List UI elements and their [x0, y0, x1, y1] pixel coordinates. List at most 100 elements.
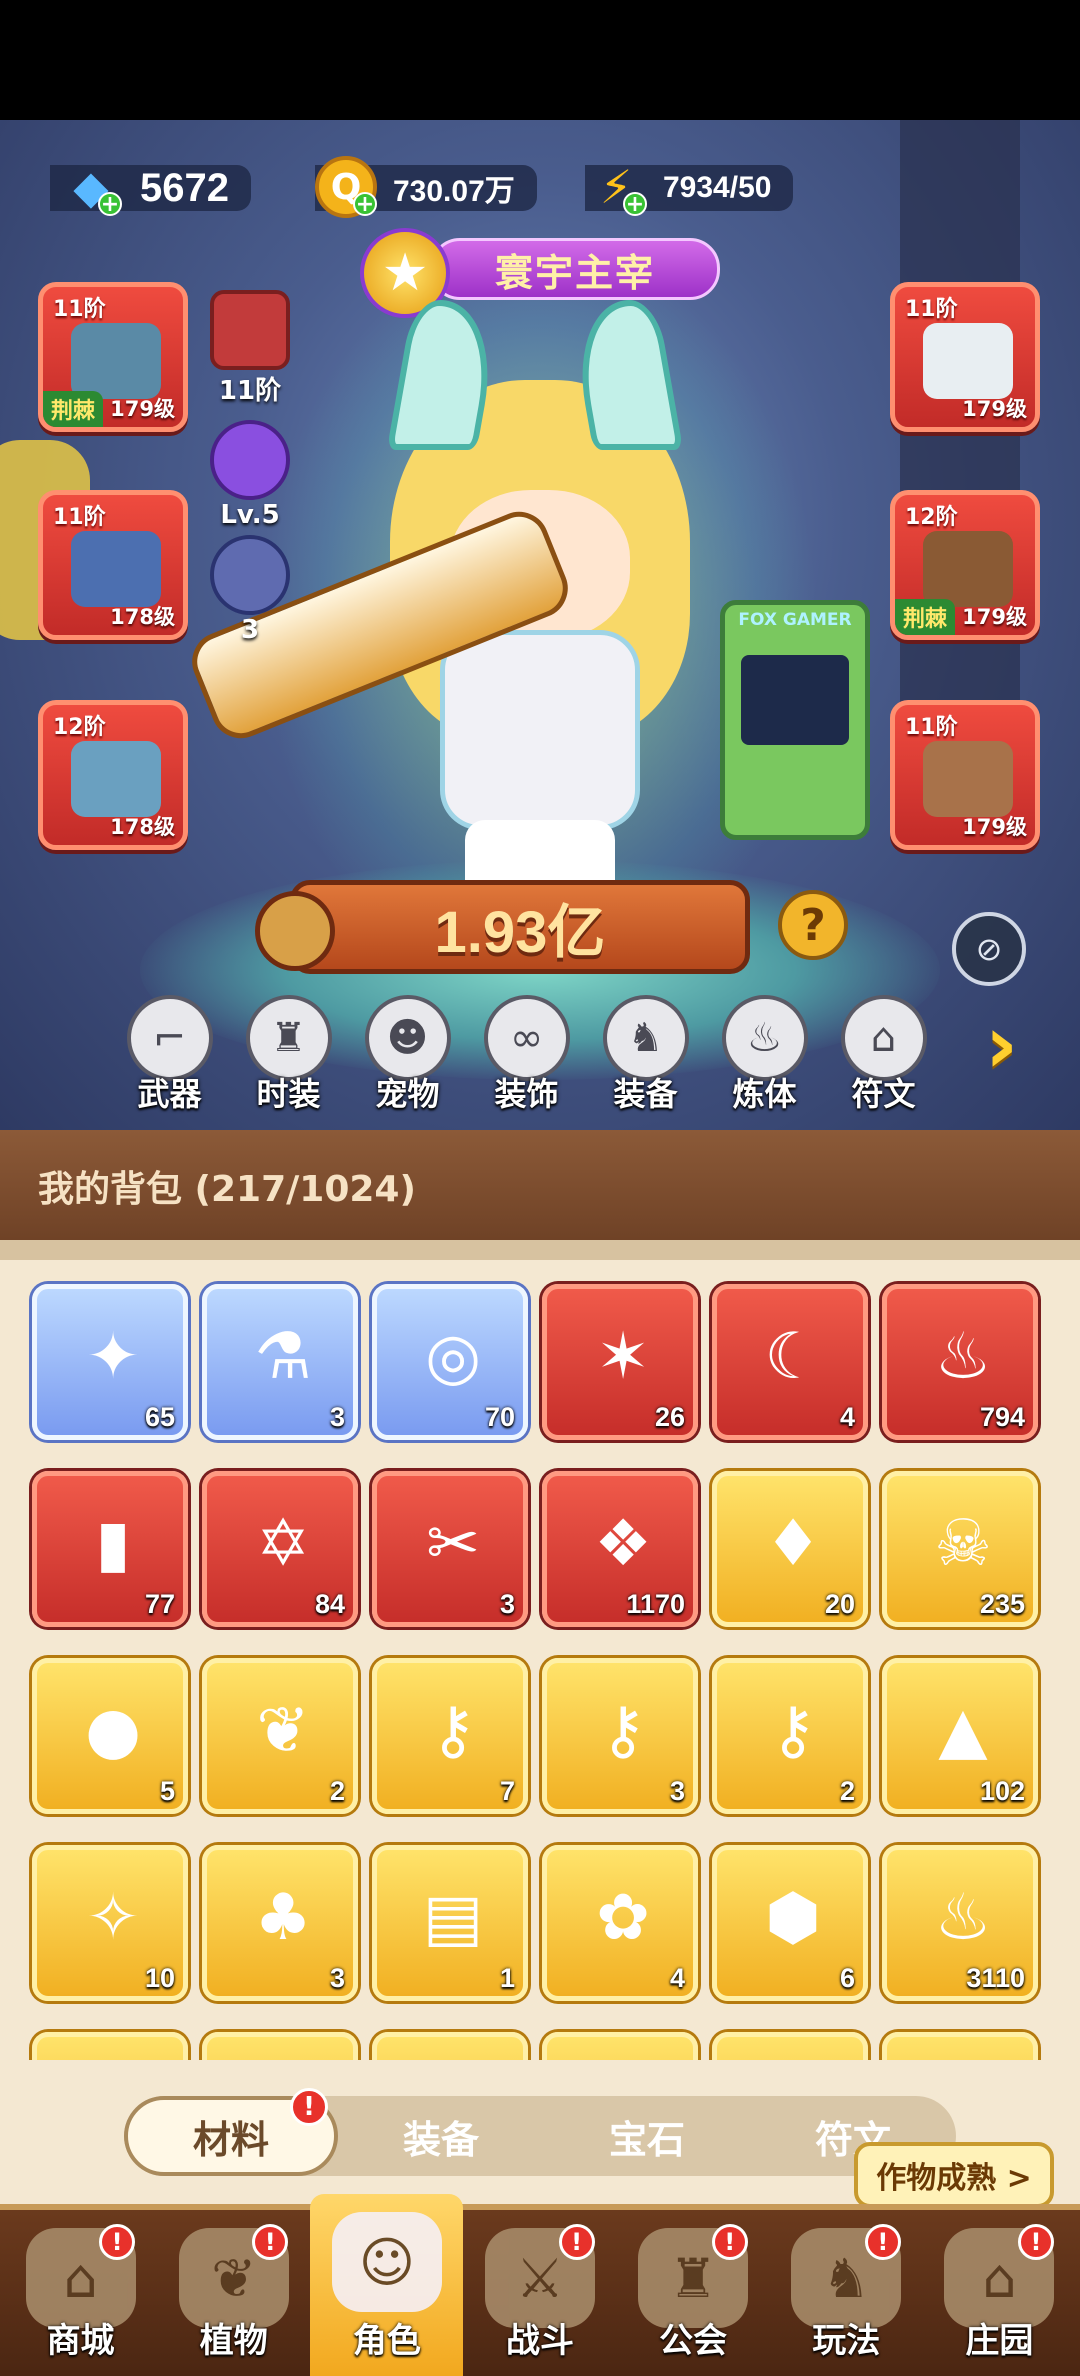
bag-item-slot[interactable]: ▤ 1: [372, 1845, 528, 2001]
equip-slot-boots[interactable]: 11阶 179级: [890, 700, 1040, 850]
gold-counter[interactable]: 730.07万 Q +: [315, 156, 537, 218]
planet-ring-icon: ◎: [425, 1320, 481, 1394]
equip-slot-belt[interactable]: 12阶 荆棘 179级: [890, 490, 1040, 640]
category-weapon[interactable]: ⌐ 武器: [110, 995, 229, 1115]
nav-label: 庄园: [965, 2321, 1034, 2361]
nav-character[interactable]: ☺ 角色: [310, 2194, 464, 2376]
bag-item-slot[interactable]: ♨ 3110: [882, 1845, 1038, 2001]
add-energy-icon[interactable]: +: [623, 192, 647, 216]
side-item-gem[interactable]: 11阶: [200, 290, 300, 407]
chevron-right-icon[interactable]: ›: [985, 1000, 1045, 1090]
bag-item-slot[interactable]: [542, 2032, 698, 2060]
tab-label: 宝石: [608, 2117, 685, 2162]
jacket-icon: [923, 323, 1013, 399]
bag-item-slot[interactable]: ♦ 20: [712, 1471, 868, 1627]
bag-item-slot[interactable]: ● 5: [32, 1658, 188, 1814]
bag-item-slot[interactable]: ✦ 65: [32, 1284, 188, 1440]
bag-item-slot[interactable]: [882, 2032, 1038, 2060]
category-decoration[interactable]: ∞ 装饰: [467, 995, 586, 1115]
bag-item-slot[interactable]: ☾ 4: [712, 1284, 868, 1440]
prayer-beads-icon: ●: [85, 1694, 141, 1768]
nav-label: 战斗: [505, 2321, 574, 2361]
hide-ui-button[interactable]: ⊘: [952, 912, 1026, 986]
tab-equipment[interactable]: 装备: [338, 2096, 544, 2176]
category-label: 装备: [613, 1075, 678, 1113]
bag-item-slot[interactable]: ✿ 4: [542, 1845, 698, 2001]
item-count: 84: [314, 1589, 345, 1619]
nav-plants[interactable]: ❦ ! 植物: [157, 2210, 310, 2376]
red-potion-icon: ♨: [934, 1320, 992, 1394]
emerald-key-icon: ⚷: [769, 1694, 817, 1768]
tab-gems[interactable]: 宝石: [544, 2096, 750, 2176]
bag-item-slot[interactable]: ✡ 84: [202, 1471, 358, 1627]
bag-item-slot[interactable]: ❦ 2: [202, 1658, 358, 1814]
bag-item-slot[interactable]: ☠ 235: [882, 1471, 1038, 1627]
equip-slot-helmet[interactable]: 11阶 荆棘 179级: [38, 282, 188, 432]
item-count: 2: [839, 1776, 855, 1806]
alert-badge-icon: !: [864, 2224, 901, 2260]
equip-slot-gloves[interactable]: 11阶 178级: [38, 490, 188, 640]
bag-item-slot[interactable]: ♨ 794: [882, 1284, 1038, 1440]
nav-gameplay[interactable]: ♞ ! 玩法: [770, 2210, 923, 2376]
category-equipment[interactable]: ♞ 装备: [586, 995, 705, 1115]
crop-ready-button[interactable]: 作物成熟 >: [854, 2142, 1054, 2208]
eye-off-icon: ⊘: [975, 930, 1003, 968]
shorts-icon: [71, 741, 161, 817]
bag-item-slot[interactable]: ⚷ 7: [372, 1658, 528, 1814]
category-pet[interactable]: ☻ 宠物: [348, 995, 467, 1115]
side-item-crystal[interactable]: Lv.5: [200, 420, 300, 530]
title-badge[interactable]: 寰宇主宰 ★: [360, 228, 725, 318]
arcade-screen: [741, 655, 849, 745]
bag-item-slot[interactable]: ⚷ 2: [712, 1658, 868, 1814]
red-gem-icon: [210, 290, 290, 370]
category-bar: ⌐ 武器 ♜ 时装 ☻ 宠物 ∞ 装饰 ♞ 装备 ♨ 炼体 ⌂ 符文: [110, 995, 1010, 1115]
add-gold-icon[interactable]: +: [353, 192, 377, 216]
item-count: 20: [824, 1589, 855, 1619]
bag-item-slot[interactable]: ◎ 70: [372, 1284, 528, 1440]
bag-item-slot[interactable]: ❖ 1170: [542, 1471, 698, 1627]
help-button[interactable]: ?: [778, 890, 848, 960]
status-bar: [0, 0, 1080, 120]
purple-crystal-icon: [210, 420, 290, 500]
energy-counter[interactable]: 7934/50 ⚡ +: [585, 160, 794, 216]
nav-battle[interactable]: ⚔ ! 战斗: [463, 2210, 616, 2376]
equip-slot-armor[interactable]: 11阶 179级: [890, 282, 1040, 432]
gem-counter[interactable]: 5672 ◆ +: [50, 160, 251, 216]
item-count: 794: [979, 1402, 1025, 1432]
nav-shop[interactable]: ⌂ ! 商城: [4, 2210, 157, 2376]
planet-icon: [210, 535, 290, 615]
bag-item-slot[interactable]: ▲ 102: [882, 1658, 1038, 1814]
bag-item-slot[interactable]: ⬢ 6: [712, 1845, 868, 2001]
equip-slot-pants[interactable]: 12阶 178级: [38, 700, 188, 850]
side-item-planet[interactable]: 3: [200, 535, 300, 645]
add-gems-icon[interactable]: +: [98, 192, 122, 216]
category-rune[interactable]: ⌂ 符文: [824, 995, 943, 1115]
item-count: 3: [669, 1776, 685, 1806]
bag-item-slot[interactable]: [32, 2032, 188, 2060]
boots-icon: [923, 741, 1013, 817]
side-item-label: 3: [240, 615, 260, 645]
bag-item-slot[interactable]: [202, 2032, 358, 2060]
bag-item-slot[interactable]: ▮ 77: [32, 1471, 188, 1627]
helmet-icon: [71, 323, 161, 399]
bamboo-shoot-icon: ❦: [256, 1694, 310, 1768]
nav-manor[interactable]: ⌂ ! 庄园: [923, 2210, 1076, 2376]
nav-label: 植物: [199, 2321, 268, 2361]
bag-item-slot[interactable]: ✧ 10: [32, 1845, 188, 2001]
bag-item-slot[interactable]: [372, 2032, 528, 2060]
category-label: 装饰: [494, 1075, 559, 1113]
bag-item-slot[interactable]: ⚷ 3: [542, 1658, 698, 1814]
category-fashion[interactable]: ♜ 时装: [229, 995, 348, 1115]
tab-materials[interactable]: 材料 !: [124, 2088, 338, 2176]
belt-icon: [923, 531, 1013, 607]
backpack-title: 我的背包 (217/1024): [38, 1169, 416, 1210]
category-body-refining[interactable]: ♨ 炼体: [705, 995, 824, 1115]
bag-item-slot[interactable]: ⚗ 3: [202, 1284, 358, 1440]
bag-item-slot[interactable]: ♣ 3: [202, 1845, 358, 2001]
nav-guild[interactable]: ♜ ! 公会: [617, 2210, 770, 2376]
bag-item-slot[interactable]: [712, 2032, 868, 2060]
item-count: 3: [329, 1963, 345, 1993]
item-count: 4: [669, 1963, 685, 1993]
bag-item-slot[interactable]: ✂ 3: [372, 1471, 528, 1627]
bag-item-slot[interactable]: ✶ 26: [542, 1284, 698, 1440]
